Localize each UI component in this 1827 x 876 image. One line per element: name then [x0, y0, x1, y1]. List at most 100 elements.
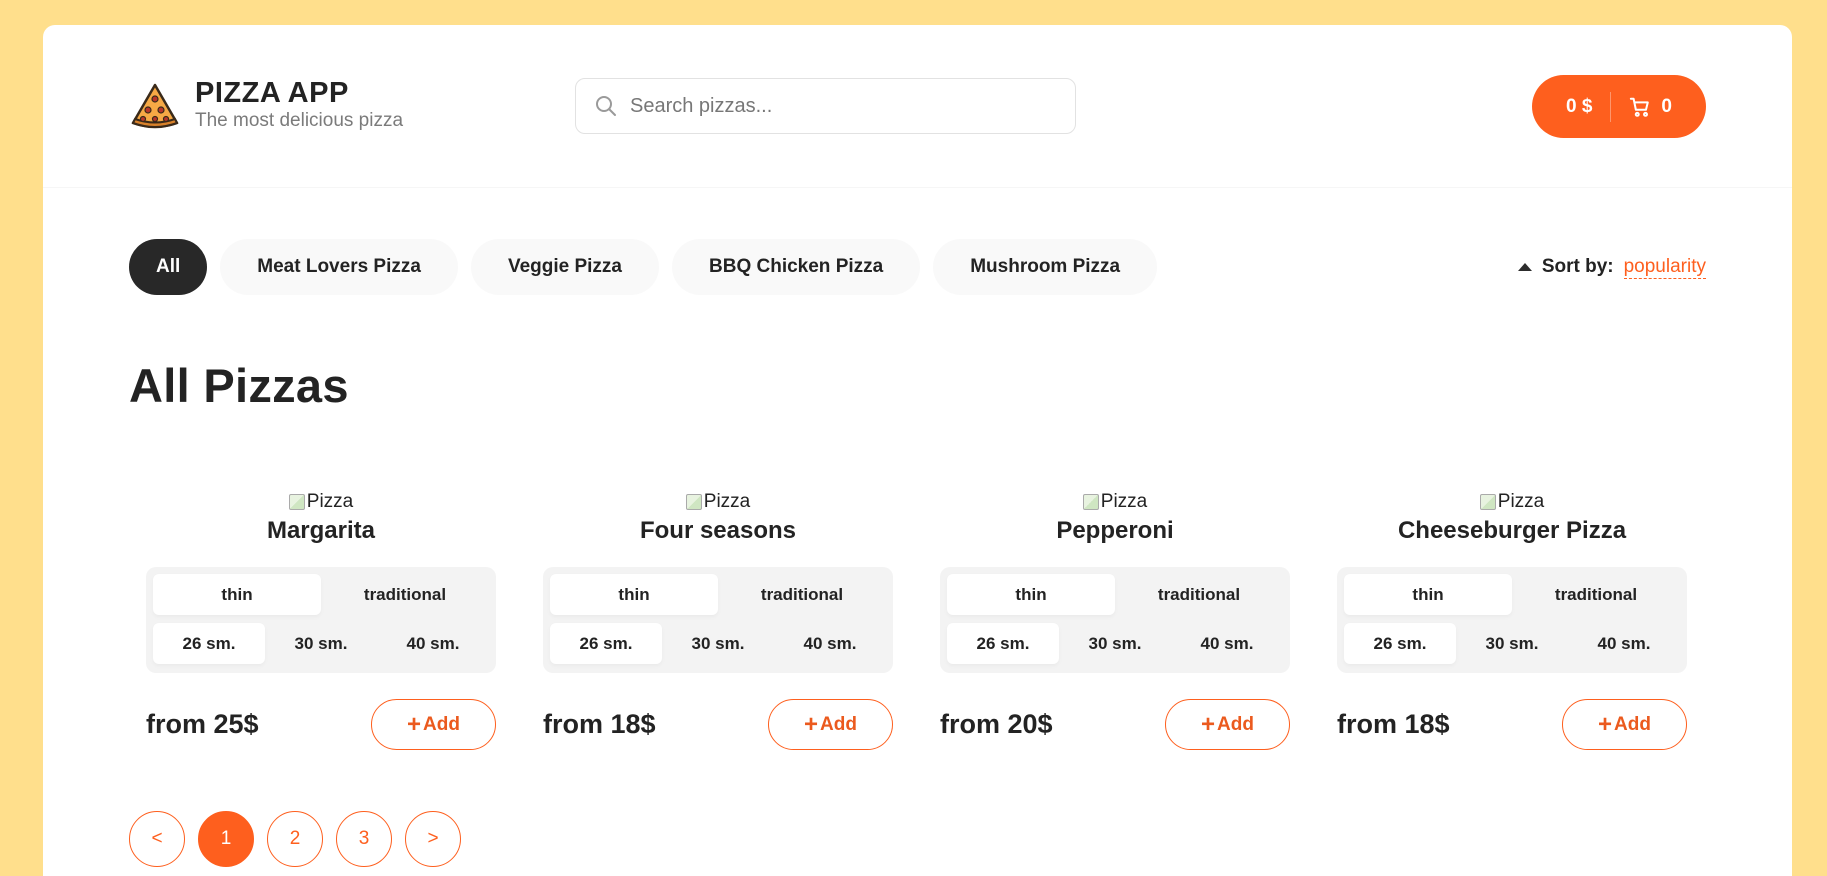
- pizza-selector: thin traditional 26 sm. 30 sm. 40 sm.: [146, 567, 496, 673]
- pizza-price: from 25$: [146, 709, 259, 739]
- pizza-title: Margarita: [266, 517, 376, 544]
- plus-icon: +: [407, 710, 422, 738]
- add-button[interactable]: + Add: [768, 699, 893, 750]
- pizza-selector: thin traditional 26 sm. 30 sm. 40 sm.: [543, 567, 893, 673]
- broken-image-icon: [288, 494, 305, 510]
- size-option-26[interactable]: 26 sm.: [550, 623, 662, 664]
- pizza-logo-icon: [131, 83, 179, 129]
- type-option-thin[interactable]: thin: [947, 574, 1115, 615]
- search-box: [575, 78, 1076, 134]
- sort-label: Sort by:: [1541, 256, 1614, 277]
- type-row: thin traditional: [550, 574, 886, 615]
- pizza-price: from 18$: [543, 709, 656, 739]
- logo-text: PIZZA APP The most delicious pizza: [195, 77, 403, 133]
- type-option-thin[interactable]: thin: [153, 574, 321, 615]
- pizza-image: Pizza: [1479, 491, 1545, 513]
- pizza-image: Pizza: [1082, 491, 1148, 513]
- size-option-26[interactable]: 26 sm.: [1344, 623, 1456, 664]
- pizza-image-alt: Pizza: [1100, 491, 1148, 512]
- logo[interactable]: PIZZA APP The most delicious pizza: [129, 77, 403, 133]
- type-row: thin traditional: [1344, 574, 1680, 615]
- cart-count: 0: [1661, 95, 1672, 117]
- cart-divider: [1610, 91, 1612, 122]
- category-list: All Meat Lovers Pizza Veggie Pizza BBQ C…: [129, 239, 1706, 295]
- pizza-selector: thin traditional 26 sm. 30 sm. 40 sm.: [940, 567, 1290, 673]
- app-wrapper: PIZZA APP The most delicious pizza 0 $ 0…: [43, 25, 1792, 876]
- pagination-page-3[interactable]: 3: [336, 811, 392, 867]
- card-bottom: from 25$ + Add: [146, 699, 496, 750]
- plus-icon: +: [1201, 710, 1216, 738]
- add-button-label: Add: [423, 713, 460, 735]
- plus-icon: +: [804, 710, 819, 738]
- type-option-thin[interactable]: thin: [550, 574, 718, 615]
- cart-button[interactable]: 0 $ 0: [1532, 75, 1706, 138]
- pizza-title: Pepperoni: [1056, 517, 1174, 544]
- add-button[interactable]: + Add: [371, 699, 496, 750]
- search-icon: [596, 96, 616, 116]
- pagination-next-button[interactable]: >: [405, 811, 461, 867]
- type-option-traditional[interactable]: traditional: [1512, 574, 1680, 615]
- pizza-card: Pizza Margarita thin traditional 26 sm. …: [146, 491, 496, 750]
- pizza-image-alt: Pizza: [306, 491, 354, 512]
- pagination-page-1[interactable]: 1: [198, 811, 254, 867]
- add-button[interactable]: + Add: [1562, 699, 1687, 750]
- type-option-traditional[interactable]: traditional: [1115, 574, 1283, 615]
- size-option-40[interactable]: 40 sm.: [377, 623, 489, 664]
- pizza-price: from 20$: [940, 709, 1053, 739]
- size-option-26[interactable]: 26 sm.: [153, 623, 265, 664]
- pizza-list: Pizza Margarita thin traditional 26 sm. …: [146, 491, 1687, 750]
- size-row: 26 sm. 30 sm. 40 sm.: [550, 623, 886, 664]
- pizza-card: Pizza Pepperoni thin traditional 26 sm. …: [940, 491, 1290, 750]
- pizza-image: Pizza: [685, 491, 751, 513]
- card-bottom: from 20$ + Add: [940, 699, 1290, 750]
- size-row: 26 sm. 30 sm. 40 sm.: [947, 623, 1283, 664]
- pizza-price: from 18$: [1337, 709, 1450, 739]
- pagination-prev-button[interactable]: <: [129, 811, 185, 867]
- size-option-30[interactable]: 30 sm.: [1059, 623, 1171, 664]
- sort-arrow-icon[interactable]: [1517, 263, 1532, 271]
- card-bottom: from 18$ + Add: [1337, 699, 1687, 750]
- add-button-label: Add: [820, 713, 857, 735]
- pizza-title: Cheeseburger Pizza: [1397, 517, 1627, 544]
- sort-control: Sort by: popularity: [1517, 239, 1706, 295]
- type-option-traditional[interactable]: traditional: [718, 574, 886, 615]
- size-option-40[interactable]: 40 sm.: [1171, 623, 1283, 664]
- category-meat-lovers[interactable]: Meat Lovers Pizza: [220, 239, 458, 295]
- size-option-30[interactable]: 30 sm.: [265, 623, 377, 664]
- size-option-40[interactable]: 40 sm.: [1568, 623, 1680, 664]
- pizza-selector: thin traditional 26 sm. 30 sm. 40 sm.: [1337, 567, 1687, 673]
- type-option-thin[interactable]: thin: [1344, 574, 1512, 615]
- category-bbq-chicken[interactable]: BBQ Chicken Pizza: [672, 239, 921, 295]
- size-option-26[interactable]: 26 sm.: [947, 623, 1059, 664]
- category-all[interactable]: All: [129, 239, 208, 295]
- size-option-30[interactable]: 30 sm.: [1456, 623, 1568, 664]
- broken-image-icon: [1479, 494, 1496, 510]
- type-row: thin traditional: [947, 574, 1283, 615]
- size-row: 26 sm. 30 sm. 40 sm.: [153, 623, 489, 664]
- size-row: 26 sm. 30 sm. 40 sm.: [1344, 623, 1680, 664]
- add-button-label: Add: [1614, 713, 1651, 735]
- broken-image-icon: [1082, 494, 1099, 510]
- size-option-30[interactable]: 30 sm.: [662, 623, 774, 664]
- pizza-image-alt: Pizza: [703, 491, 751, 512]
- cart-total: 0 $: [1566, 95, 1593, 117]
- add-button[interactable]: + Add: [1165, 699, 1290, 750]
- category-mushroom[interactable]: Mushroom Pizza: [933, 239, 1158, 295]
- size-option-40[interactable]: 40 sm.: [774, 623, 886, 664]
- pagination-page-2[interactable]: 2: [267, 811, 323, 867]
- cart-count-wrap: 0: [1629, 96, 1672, 118]
- sort-value[interactable]: popularity: [1623, 256, 1706, 279]
- type-option-traditional[interactable]: traditional: [321, 574, 489, 615]
- pizza-card: Pizza Four seasons thin traditional 26 s…: [543, 491, 893, 750]
- category-veggie[interactable]: Veggie Pizza: [470, 239, 659, 295]
- plus-icon: +: [1598, 710, 1613, 738]
- top-row: All Meat Lovers Pizza Veggie Pizza BBQ C…: [129, 239, 1706, 295]
- broken-image-icon: [685, 494, 702, 510]
- pizza-image-alt: Pizza: [1497, 491, 1545, 512]
- search-input[interactable]: [630, 94, 1050, 118]
- pagination: < 1 2 3 >: [129, 811, 461, 867]
- logo-title: PIZZA APP: [195, 77, 349, 109]
- pizza-title: Four seasons: [639, 517, 797, 544]
- pizza-card: Pizza Cheeseburger Pizza thin traditiona…: [1337, 491, 1687, 750]
- header: PIZZA APP The most delicious pizza 0 $ 0: [43, 25, 1792, 188]
